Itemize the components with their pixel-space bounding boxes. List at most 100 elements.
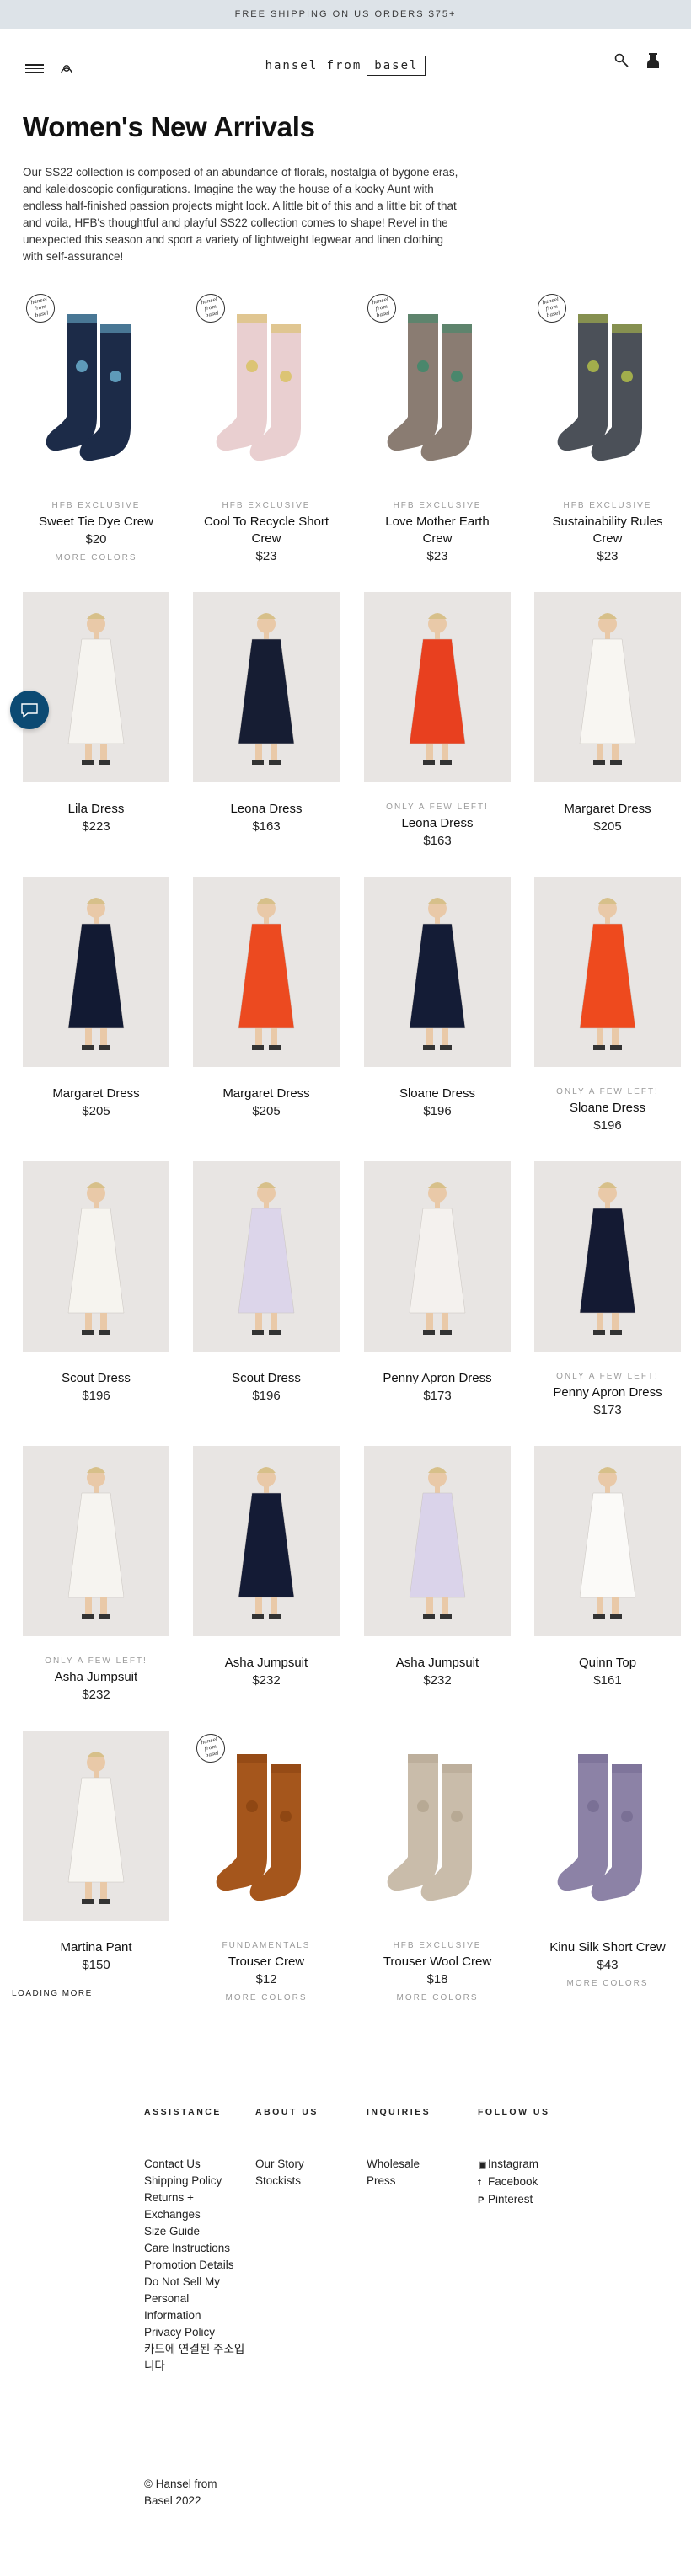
- footer-link-privacy[interactable]: Privacy Policy: [144, 2324, 245, 2341]
- footer-link-contact-us[interactable]: Contact Us: [144, 2156, 245, 2173]
- product-card[interactable]: hansel from basel HFB EXCLUSIVE Sweet Tie …: [23, 291, 169, 563]
- product-card[interactable]: Scout Dress $196: [193, 1161, 340, 1405]
- product-name[interactable]: Sweet Tie Dye Crew: [23, 514, 169, 531]
- product-name[interactable]: Scout Dress: [193, 1370, 340, 1387]
- product-card[interactable]: Penny Apron Dress $173: [364, 1161, 511, 1405]
- product-name[interactable]: Love Mother Earth Crew: [364, 514, 511, 547]
- footer-link-pinterest[interactable]: P Pinterest: [478, 2191, 579, 2209]
- footer-link-instagram[interactable]: ▣ Instagram: [478, 2156, 579, 2173]
- product-card[interactable]: Martina Pant $150: [23, 1731, 169, 1974]
- footer-link-do-not-sell[interactable]: Do Not Sell My Personal Information: [144, 2274, 245, 2324]
- footer-link-wholesale[interactable]: Wholesale: [367, 2156, 468, 2173]
- product-image[interactable]: [364, 877, 511, 1067]
- product-card[interactable]: Margaret Dress $205: [193, 877, 340, 1120]
- product-card[interactable]: hansel from basel HFB EXCLUSIVE Sustainabi…: [534, 291, 681, 565]
- product-image[interactable]: [23, 1161, 169, 1352]
- product-image[interactable]: [534, 877, 681, 1067]
- product-card[interactable]: Kinu Silk Short Crew $43 MORE COLORS: [534, 1731, 681, 1988]
- product-price: $232: [82, 1688, 110, 1702]
- product-image[interactable]: [193, 1446, 340, 1636]
- footer-link-facebook[interactable]: f Facebook: [478, 2173, 579, 2191]
- product-card[interactable]: hansel from basel FUNDAMENTALS Trouser Cre…: [193, 1731, 340, 2003]
- footer-link-care[interactable]: Care Instructions: [144, 2240, 245, 2257]
- product-card[interactable]: hansel from basel HFB EXCLUSIVE Cool To Re…: [193, 291, 340, 565]
- product-name[interactable]: Penny Apron Dress: [534, 1384, 681, 1401]
- product-image[interactable]: [193, 1161, 340, 1352]
- product-name[interactable]: Martina Pant: [23, 1939, 169, 1956]
- product-card[interactable]: Sloane Dress $196: [364, 877, 511, 1120]
- product-name[interactable]: Margaret Dress: [23, 1085, 169, 1102]
- product-card[interactable]: Asha Jumpsuit $232: [193, 1446, 340, 1689]
- product-image[interactable]: hansel from basel: [23, 291, 169, 481]
- product-image[interactable]: [23, 877, 169, 1067]
- product-image[interactable]: [534, 1446, 681, 1636]
- footer-link-press[interactable]: Press: [367, 2173, 468, 2189]
- product-card[interactable]: ONLY A FEW LEFT! Penny Apron Dress $173: [534, 1161, 681, 1419]
- product-name[interactable]: Margaret Dress: [534, 801, 681, 818]
- product-card[interactable]: hansel from basel HFB EXCLUSIVE Love Mothe…: [364, 291, 511, 565]
- product-name[interactable]: Quinn Top: [534, 1655, 681, 1672]
- product-image[interactable]: hansel from basel: [193, 1731, 340, 1921]
- product-image[interactable]: [534, 592, 681, 782]
- footer-link-korean-address[interactable]: 카드에 연결된 주소입니다: [144, 2341, 245, 2375]
- cart-icon[interactable]: [645, 51, 661, 70]
- product-image[interactable]: [364, 1446, 511, 1636]
- product-name[interactable]: Asha Jumpsuit: [193, 1655, 340, 1672]
- product-name[interactable]: Scout Dress: [23, 1370, 169, 1387]
- product-image[interactable]: [23, 1731, 169, 1921]
- product-name[interactable]: Trouser Wool Crew: [364, 1954, 511, 1971]
- product-name[interactable]: Sustainability Rules Crew: [534, 514, 681, 547]
- footer-link-promotion[interactable]: Promotion Details: [144, 2257, 245, 2274]
- product-image[interactable]: hansel from basel: [364, 291, 511, 481]
- product-card[interactable]: Margaret Dress $205: [23, 877, 169, 1120]
- product-card[interactable]: Leona Dress $163: [193, 592, 340, 835]
- product-name[interactable]: Asha Jumpsuit: [364, 1655, 511, 1672]
- product-card[interactable]: Scout Dress $196: [23, 1161, 169, 1405]
- product-card[interactable]: HFB EXCLUSIVE Trouser Wool Crew $18 MORE CO…: [364, 1731, 511, 2003]
- product-name[interactable]: Leona Dress: [364, 815, 511, 832]
- account-icon[interactable]: [59, 61, 74, 77]
- product-image[interactable]: [23, 1446, 169, 1636]
- loading-more-link[interactable]: LOADING MORE: [12, 1989, 93, 1998]
- product-image[interactable]: [364, 1161, 511, 1352]
- product-name[interactable]: Cool To Recycle Short Crew: [193, 514, 340, 547]
- footer-link-shipping-policy[interactable]: Shipping Policy: [144, 2173, 245, 2189]
- product-image[interactable]: [534, 1731, 681, 1921]
- site-logo[interactable]: hansel from basel: [261, 53, 430, 78]
- product-image[interactable]: [534, 1161, 681, 1352]
- product-image[interactable]: hansel from basel: [534, 291, 681, 481]
- product-image[interactable]: [364, 592, 511, 782]
- product-image[interactable]: hansel from basel: [193, 291, 340, 481]
- product-image[interactable]: [23, 592, 169, 782]
- product-name[interactable]: Asha Jumpsuit: [23, 1669, 169, 1686]
- footer-link-size-guide[interactable]: Size Guide: [144, 2223, 245, 2240]
- product-name[interactable]: Sloane Dress: [364, 1085, 511, 1102]
- product-name[interactable]: Sloane Dress: [534, 1100, 681, 1117]
- product-name[interactable]: Margaret Dress: [193, 1085, 340, 1102]
- footer-link-our-story[interactable]: Our Story: [255, 2156, 356, 2173]
- product-card[interactable]: ONLY A FEW LEFT! Asha Jumpsuit $232: [23, 1446, 169, 1704]
- announcement-bar[interactable]: FREE SHIPPING ON US ORDERS $75+: [0, 0, 691, 29]
- product-card[interactable]: Asha Jumpsuit $232: [364, 1446, 511, 1689]
- product-card[interactable]: ONLY A FEW LEFT! Leona Dress $163: [364, 592, 511, 850]
- product-card[interactable]: ONLY A FEW LEFT! Sloane Dress $196: [534, 877, 681, 1134]
- product-card[interactable]: Margaret Dress $205: [534, 592, 681, 835]
- footer-link-stockists[interactable]: Stockists: [255, 2173, 356, 2189]
- more-colors-label[interactable]: MORE COLORS: [23, 553, 169, 563]
- product-image[interactable]: [193, 592, 340, 782]
- product-name[interactable]: Penny Apron Dress: [364, 1370, 511, 1387]
- footer-link-returns[interactable]: Returns + Exchanges: [144, 2189, 245, 2223]
- product-name[interactable]: Leona Dress: [193, 801, 340, 818]
- product-name[interactable]: Trouser Crew: [193, 1954, 340, 1971]
- product-name[interactable]: Lila Dress: [23, 801, 169, 818]
- search-icon[interactable]: [613, 52, 630, 69]
- more-colors-label[interactable]: MORE COLORS: [364, 1993, 511, 2003]
- product-image[interactable]: [193, 877, 340, 1067]
- product-name[interactable]: Kinu Silk Short Crew: [534, 1939, 681, 1956]
- product-card[interactable]: Quinn Top $161: [534, 1446, 681, 1689]
- product-image[interactable]: [364, 1731, 511, 1921]
- more-colors-label[interactable]: MORE COLORS: [534, 1979, 681, 1988]
- more-colors-label[interactable]: MORE COLORS: [193, 1993, 340, 2003]
- menu-icon[interactable]: [25, 64, 44, 74]
- chat-button[interactable]: [10, 691, 49, 729]
